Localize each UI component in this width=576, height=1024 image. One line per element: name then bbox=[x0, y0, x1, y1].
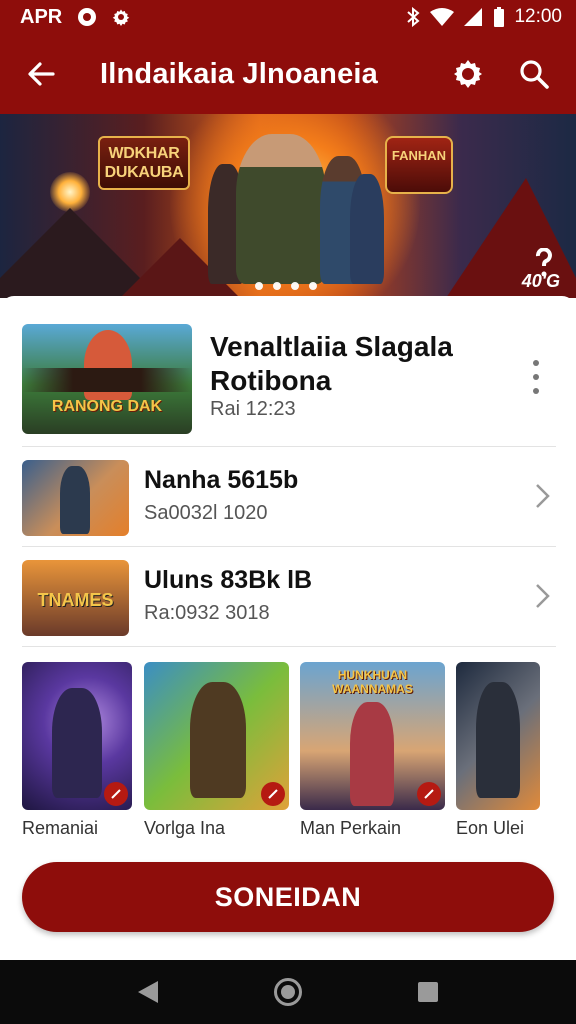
game-logo-left: WDKHAR DUKAUBA bbox=[98, 136, 190, 190]
more-options-icon[interactable] bbox=[524, 360, 548, 394]
carousel-dot[interactable] bbox=[291, 282, 299, 290]
carousel-dot[interactable] bbox=[273, 282, 281, 290]
list-item[interactable]: TNAMES Uluns 83Bk lB Ra:0932 3018 bbox=[22, 560, 556, 640]
hero-banner[interactable]: WDKHAR DUKAUBA FANHAN 40'G bbox=[0, 114, 576, 298]
chevron-right-icon bbox=[536, 584, 550, 608]
featured-title: Venaltlaiia Slagala Rotibona bbox=[210, 331, 453, 396]
divider bbox=[22, 546, 556, 547]
game-logo-right: FANHAN bbox=[385, 136, 453, 194]
edit-icon[interactable] bbox=[104, 782, 128, 806]
tile-image: HUNKHUAN WAANNAMAS bbox=[300, 662, 445, 810]
edit-icon[interactable] bbox=[417, 782, 441, 806]
game-tile[interactable]: Remaniai bbox=[22, 662, 132, 839]
back-arrow-icon bbox=[28, 62, 55, 86]
search-button[interactable] bbox=[512, 52, 556, 96]
hero-character bbox=[236, 134, 326, 284]
nav-recents-icon[interactable] bbox=[418, 982, 438, 1002]
tile-image bbox=[456, 662, 540, 810]
chevron-right-icon bbox=[536, 484, 550, 508]
tile-label: Vorlga Ina bbox=[144, 818, 226, 838]
game-tiles: Remaniai Vorlga Ina HUNKHUAN WAANNAMAS M… bbox=[22, 662, 556, 838]
tile-label: Remaniai bbox=[22, 818, 99, 838]
app-bar: Ilndaikaia Jlnoaneia bbox=[0, 34, 576, 114]
list-thumbnail bbox=[22, 460, 129, 536]
featured-subtitle: Rai 12:23 bbox=[210, 398, 296, 420]
carousel-dot[interactable] bbox=[255, 282, 263, 290]
list-thumb-text: TNAMES bbox=[37, 590, 114, 610]
featured-thumbnail: RANONG DAK bbox=[22, 324, 192, 434]
circle-icon bbox=[78, 8, 97, 26]
divider bbox=[22, 646, 556, 647]
status-bar: APR 12:00 bbox=[0, 0, 576, 34]
content-card: RANONG DAK Venaltlaiia Slagala Rotibona … bbox=[0, 296, 576, 960]
system-nav-bar bbox=[0, 960, 576, 1024]
tile-label: Eon Ulei bbox=[456, 818, 525, 838]
game-tile[interactable]: Eon Ulei bbox=[456, 662, 540, 839]
primary-action-button[interactable]: SONEIDAN bbox=[22, 862, 554, 932]
divider bbox=[22, 446, 556, 447]
game-tile[interactable]: Vorlga Ina bbox=[144, 662, 289, 839]
fireball bbox=[50, 172, 90, 212]
edit-icon[interactable] bbox=[261, 782, 285, 806]
tile-image bbox=[22, 662, 132, 810]
list-thumbnail: TNAMES bbox=[22, 560, 129, 636]
carousel-dot[interactable] bbox=[309, 282, 317, 290]
settings-button[interactable] bbox=[446, 52, 490, 96]
settings-icon bbox=[454, 60, 482, 88]
banner-badge: 40'G bbox=[521, 271, 560, 291]
bluetooth-icon bbox=[407, 7, 420, 27]
featured-thumb-text: RANONG DAK bbox=[51, 398, 163, 415]
nav-home-icon[interactable] bbox=[274, 978, 302, 1006]
tile-image bbox=[144, 662, 289, 810]
tile-thumb-text: HUNKHUAN WAANNAMAS bbox=[332, 668, 413, 696]
tile-label: Man Perkain bbox=[300, 818, 402, 838]
signal-icon bbox=[464, 8, 483, 26]
carousel-indicator[interactable] bbox=[255, 282, 317, 290]
list-item-subtitle: Sa0032l 1020 bbox=[144, 502, 268, 524]
back-button[interactable] bbox=[20, 53, 62, 95]
battery-icon bbox=[494, 7, 505, 27]
gear-icon bbox=[112, 9, 130, 26]
page-title: Ilndaikaia Jlnoaneia bbox=[100, 57, 378, 90]
list-item-title: Nanha 5615b bbox=[144, 466, 299, 494]
list-item-subtitle: Ra:0932 3018 bbox=[144, 602, 270, 624]
clock: 12:00 bbox=[514, 6, 562, 27]
game-tile[interactable]: HUNKHUAN WAANNAMAS Man Perkain bbox=[300, 662, 445, 839]
wifi-icon bbox=[430, 8, 455, 26]
list-item-title: Uluns 83Bk lB bbox=[144, 566, 313, 594]
hero-character bbox=[350, 174, 384, 284]
featured-item[interactable]: RANONG DAK Venaltlaiia Slagala Rotibona … bbox=[22, 324, 556, 436]
carrier-label: APR bbox=[20, 5, 63, 28]
search-icon bbox=[520, 60, 549, 89]
list-item[interactable]: Nanha 5615b Sa0032l 1020 bbox=[22, 460, 556, 540]
nav-back-icon[interactable] bbox=[138, 981, 158, 1003]
